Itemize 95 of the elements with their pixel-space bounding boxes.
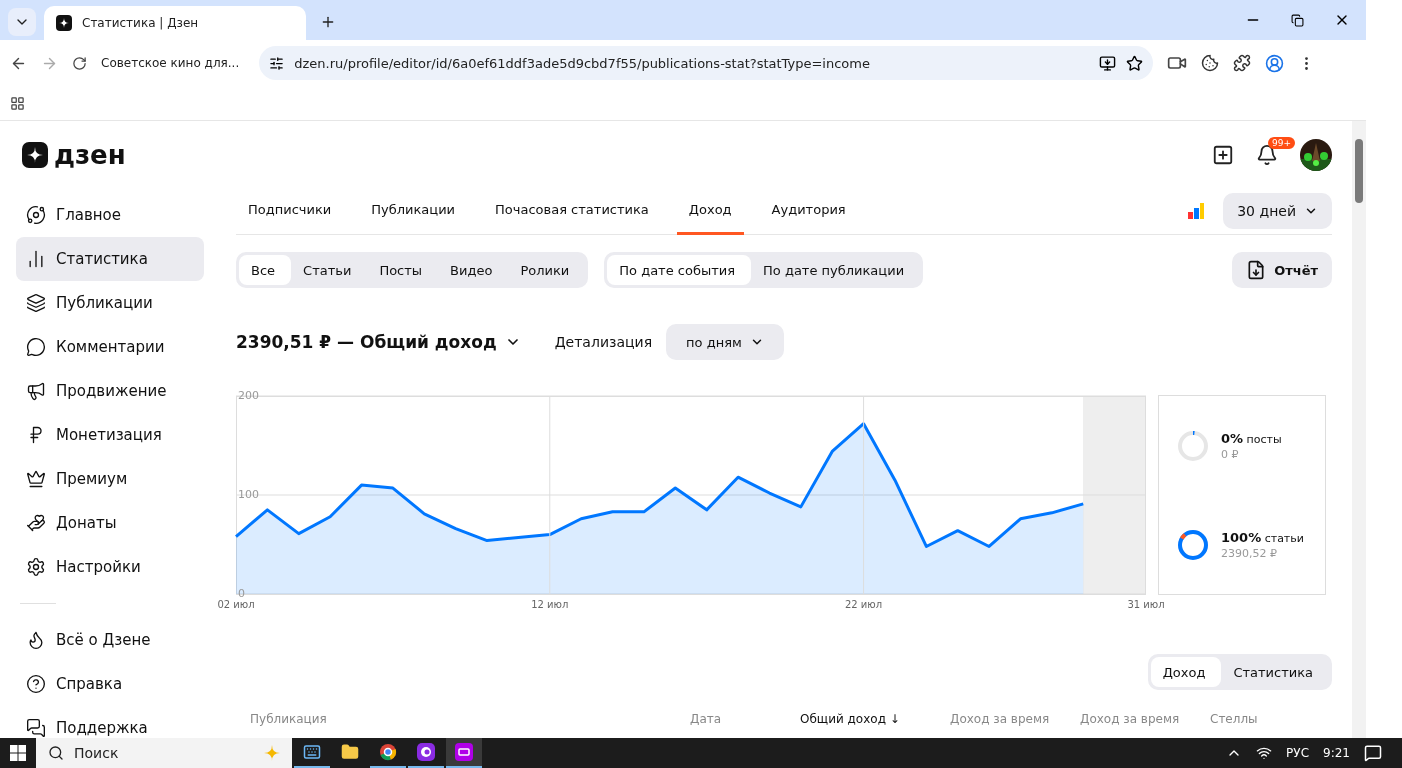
layers-icon bbox=[26, 293, 46, 313]
settings-icon bbox=[26, 557, 46, 577]
windows-logo-icon[interactable] bbox=[10, 745, 26, 761]
browser-tab[interactable]: Статистика | Дзен bbox=[44, 6, 306, 40]
address-bar[interactable]: dzen.ru/profile/editor/id/6a0ef61ddf3ade5d9cbd7f55/publications-stat?statType=income bbox=[259, 46, 1154, 80]
stats-tab[interactable]: Доход bbox=[676, 186, 744, 235]
restore-icon[interactable] bbox=[1291, 13, 1304, 27]
sidebar-item[interactable]: Настройки bbox=[16, 545, 204, 589]
column-header[interactable]: Стеллы bbox=[1210, 712, 1332, 726]
comment-icon bbox=[26, 337, 46, 357]
clock[interactable]: 9:21 bbox=[1323, 746, 1350, 760]
sidebar-item[interactable]: Продвижение bbox=[16, 369, 204, 413]
tab-title: Статистика | Дзен bbox=[82, 16, 199, 30]
x-tick-label: 12 июл bbox=[531, 599, 569, 610]
type-filter-tab[interactable]: Все bbox=[239, 255, 292, 285]
notifications-icon[interactable] bbox=[1364, 744, 1382, 762]
period-dropdown[interactable]: 30 дней bbox=[1223, 192, 1332, 229]
add-icon[interactable] bbox=[1212, 144, 1234, 166]
wifi-icon[interactable] bbox=[1256, 745, 1273, 761]
donut-chart bbox=[1177, 528, 1209, 561]
table-view-tab[interactable]: Статистика bbox=[1221, 657, 1329, 687]
column-header[interactable]: Публикация bbox=[250, 712, 690, 726]
breakdown-label: 100% статьи bbox=[1221, 529, 1304, 545]
detail-label: Детализация bbox=[554, 334, 653, 350]
bookmark-link[interactable]: Советское кино для... bbox=[101, 56, 240, 70]
planet-icon bbox=[26, 205, 46, 225]
dzen-logo-icon bbox=[56, 15, 72, 31]
column-header[interactable]: Дата bbox=[690, 712, 800, 726]
tab-list-button[interactable] bbox=[8, 8, 36, 36]
stats-tab[interactable]: Почасовая статистика bbox=[483, 186, 661, 235]
apps-icon[interactable] bbox=[10, 95, 25, 111]
notification-badge: 99+ bbox=[1268, 137, 1295, 149]
date-filter-tab[interactable]: По дате публикации bbox=[751, 255, 921, 285]
keyboard-icon[interactable] bbox=[303, 743, 321, 761]
y-tick-label: 0 bbox=[238, 587, 245, 600]
type-filter-tab[interactable]: Посты bbox=[367, 255, 439, 285]
stats-tab[interactable]: Аудитория bbox=[759, 186, 858, 235]
date-filter-tab[interactable]: По дате события bbox=[607, 255, 752, 285]
profile-icon[interactable] bbox=[1265, 53, 1285, 73]
scrollbar[interactable] bbox=[1352, 121, 1366, 738]
sidebar-item[interactable]: Поддержка bbox=[16, 706, 204, 738]
player-icon[interactable] bbox=[417, 743, 435, 761]
file-download-icon bbox=[1246, 260, 1267, 280]
sidebar-item[interactable]: Всё о Дзене bbox=[16, 618, 204, 662]
breakdown-label: 0% посты bbox=[1221, 430, 1282, 446]
sidebar-item[interactable]: Монетизация bbox=[16, 413, 204, 457]
column-header[interactable]: Доход за время bbox=[950, 712, 1080, 726]
chat-icon bbox=[26, 718, 46, 738]
cookie-icon[interactable] bbox=[1201, 54, 1220, 72]
search-icon bbox=[48, 745, 64, 761]
detail-dropdown[interactable]: по дням bbox=[666, 324, 784, 360]
sidebar-item[interactable]: Справка bbox=[16, 662, 204, 706]
language-indicator[interactable]: РУС bbox=[1286, 746, 1310, 760]
stats-tab[interactable]: Подписчики bbox=[236, 186, 344, 235]
column-header[interactable]: Общий доход ↓ bbox=[800, 712, 950, 726]
sidebar-item[interactable]: Комментарии bbox=[16, 325, 204, 369]
hand-heart-icon bbox=[26, 513, 46, 533]
browser-icon[interactable] bbox=[379, 743, 397, 761]
x-tick-label: 22 июл bbox=[845, 599, 883, 610]
sidebar-item[interactable]: Главное bbox=[16, 193, 204, 237]
editor-icon[interactable] bbox=[455, 743, 473, 761]
column-header[interactable]: Доход за время bbox=[1080, 712, 1210, 726]
y-tick-label: 200 bbox=[238, 389, 259, 402]
reload-icon[interactable] bbox=[72, 55, 87, 71]
bell-icon[interactable] bbox=[1256, 144, 1278, 166]
stats-tab[interactable]: Публикации bbox=[359, 186, 468, 235]
sidebar-item[interactable]: Премиум bbox=[16, 457, 204, 501]
x-tick-label: 31 июл bbox=[1127, 599, 1165, 610]
bar-chart-icon[interactable] bbox=[1187, 201, 1206, 220]
folder-icon[interactable] bbox=[341, 743, 359, 761]
extensions-icon[interactable] bbox=[1233, 54, 1252, 72]
sidebar-item[interactable]: Статистика bbox=[16, 237, 204, 281]
new-tab-icon[interactable] bbox=[320, 14, 336, 30]
site-settings-icon[interactable] bbox=[269, 55, 285, 71]
megaphone-icon bbox=[26, 381, 46, 401]
type-filter-tab[interactable]: Видео bbox=[438, 255, 509, 285]
help-icon bbox=[26, 674, 46, 694]
crown-icon bbox=[26, 469, 46, 489]
total-income-dropdown[interactable]: 2390,51 ₽ — Общий доход bbox=[236, 332, 521, 352]
dzen-logo[interactable]: дзен bbox=[16, 140, 126, 170]
breakdown-amount: 0 ₽ bbox=[1221, 447, 1240, 461]
taskbar-search[interactable]: Поиск bbox=[36, 738, 292, 768]
bookmark-star-icon[interactable] bbox=[1126, 54, 1144, 72]
y-tick-label: 100 bbox=[238, 488, 259, 501]
type-filter-tab[interactable]: Ролики bbox=[508, 255, 586, 285]
table-view-tab[interactable]: Доход bbox=[1150, 657, 1222, 687]
type-filter-tab[interactable]: Статьи bbox=[291, 255, 368, 285]
donut-chart bbox=[1177, 429, 1209, 462]
breakdown-amount: 2390,52 ₽ bbox=[1221, 546, 1278, 560]
install-icon[interactable] bbox=[1099, 54, 1117, 72]
sidebar-item[interactable]: Публикации bbox=[16, 281, 204, 325]
report-button[interactable]: Отчёт bbox=[1232, 252, 1332, 288]
sparkle-icon bbox=[264, 745, 280, 761]
x-tick-label: 02 июл bbox=[217, 599, 255, 610]
sidebar-item[interactable]: Донаты bbox=[16, 501, 204, 545]
